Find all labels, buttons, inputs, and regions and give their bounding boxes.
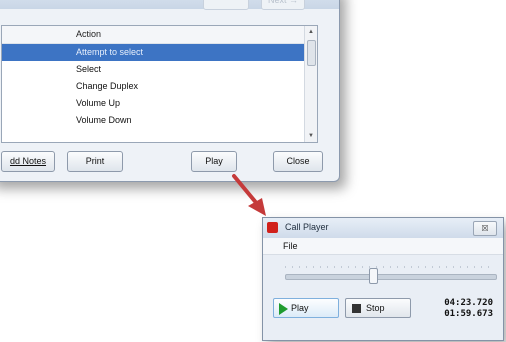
call-player-window: Call Player ☒ File Play Stop 04:23.720 0… [262, 217, 504, 341]
time-current: 01:59.673 [444, 309, 493, 319]
print-button[interactable]: Print [67, 151, 123, 172]
vertical-scrollbar[interactable]: ▲ ▼ [304, 26, 317, 142]
app-icon [267, 222, 278, 233]
seek-slider[interactable] [285, 274, 497, 280]
play-icon [279, 302, 288, 315]
menu-file[interactable]: File [283, 241, 298, 251]
close-button[interactable]: Close [273, 151, 323, 172]
call-details-window: Next → Action Attempt to select Select C… [0, 0, 340, 182]
menu-bar: File [263, 238, 503, 255]
stop-label: Stop [366, 303, 385, 313]
action-column-header[interactable]: Action [2, 26, 317, 44]
time-total: 04:23.720 [444, 298, 493, 308]
faded-button[interactable] [203, 0, 249, 10]
list-item[interactable]: Select [2, 61, 317, 78]
list-item[interactable]: Change Duplex [2, 78, 317, 95]
scroll-down-icon[interactable]: ▼ [305, 130, 317, 142]
player-play-button[interactable]: Play [273, 298, 339, 318]
scroll-up-icon[interactable]: ▲ [305, 26, 317, 38]
list-item[interactable]: Attempt to select [2, 44, 317, 61]
next-button[interactable]: Next → [261, 0, 305, 10]
list-item[interactable]: Volume Up [2, 95, 317, 112]
seek-ticks [285, 266, 495, 268]
close-window-icon[interactable]: ☒ [473, 221, 497, 236]
play-button[interactable]: Play [191, 151, 237, 172]
window-toolbar: Next → [0, 0, 339, 10]
title-bar[interactable]: Call Player ☒ [263, 218, 503, 238]
window-title: Call Player [285, 222, 329, 232]
seek-slider-thumb[interactable] [369, 268, 379, 284]
player-stop-button[interactable]: Stop [345, 298, 411, 318]
stop-icon [352, 304, 361, 314]
action-list[interactable]: Action Attempt to select Select Change D… [1, 25, 318, 143]
list-item[interactable]: Volume Down [2, 112, 317, 129]
scroll-thumb[interactable] [307, 40, 316, 66]
add-notes-button[interactable]: dd Notes [1, 151, 55, 172]
play-label: Play [291, 303, 309, 313]
